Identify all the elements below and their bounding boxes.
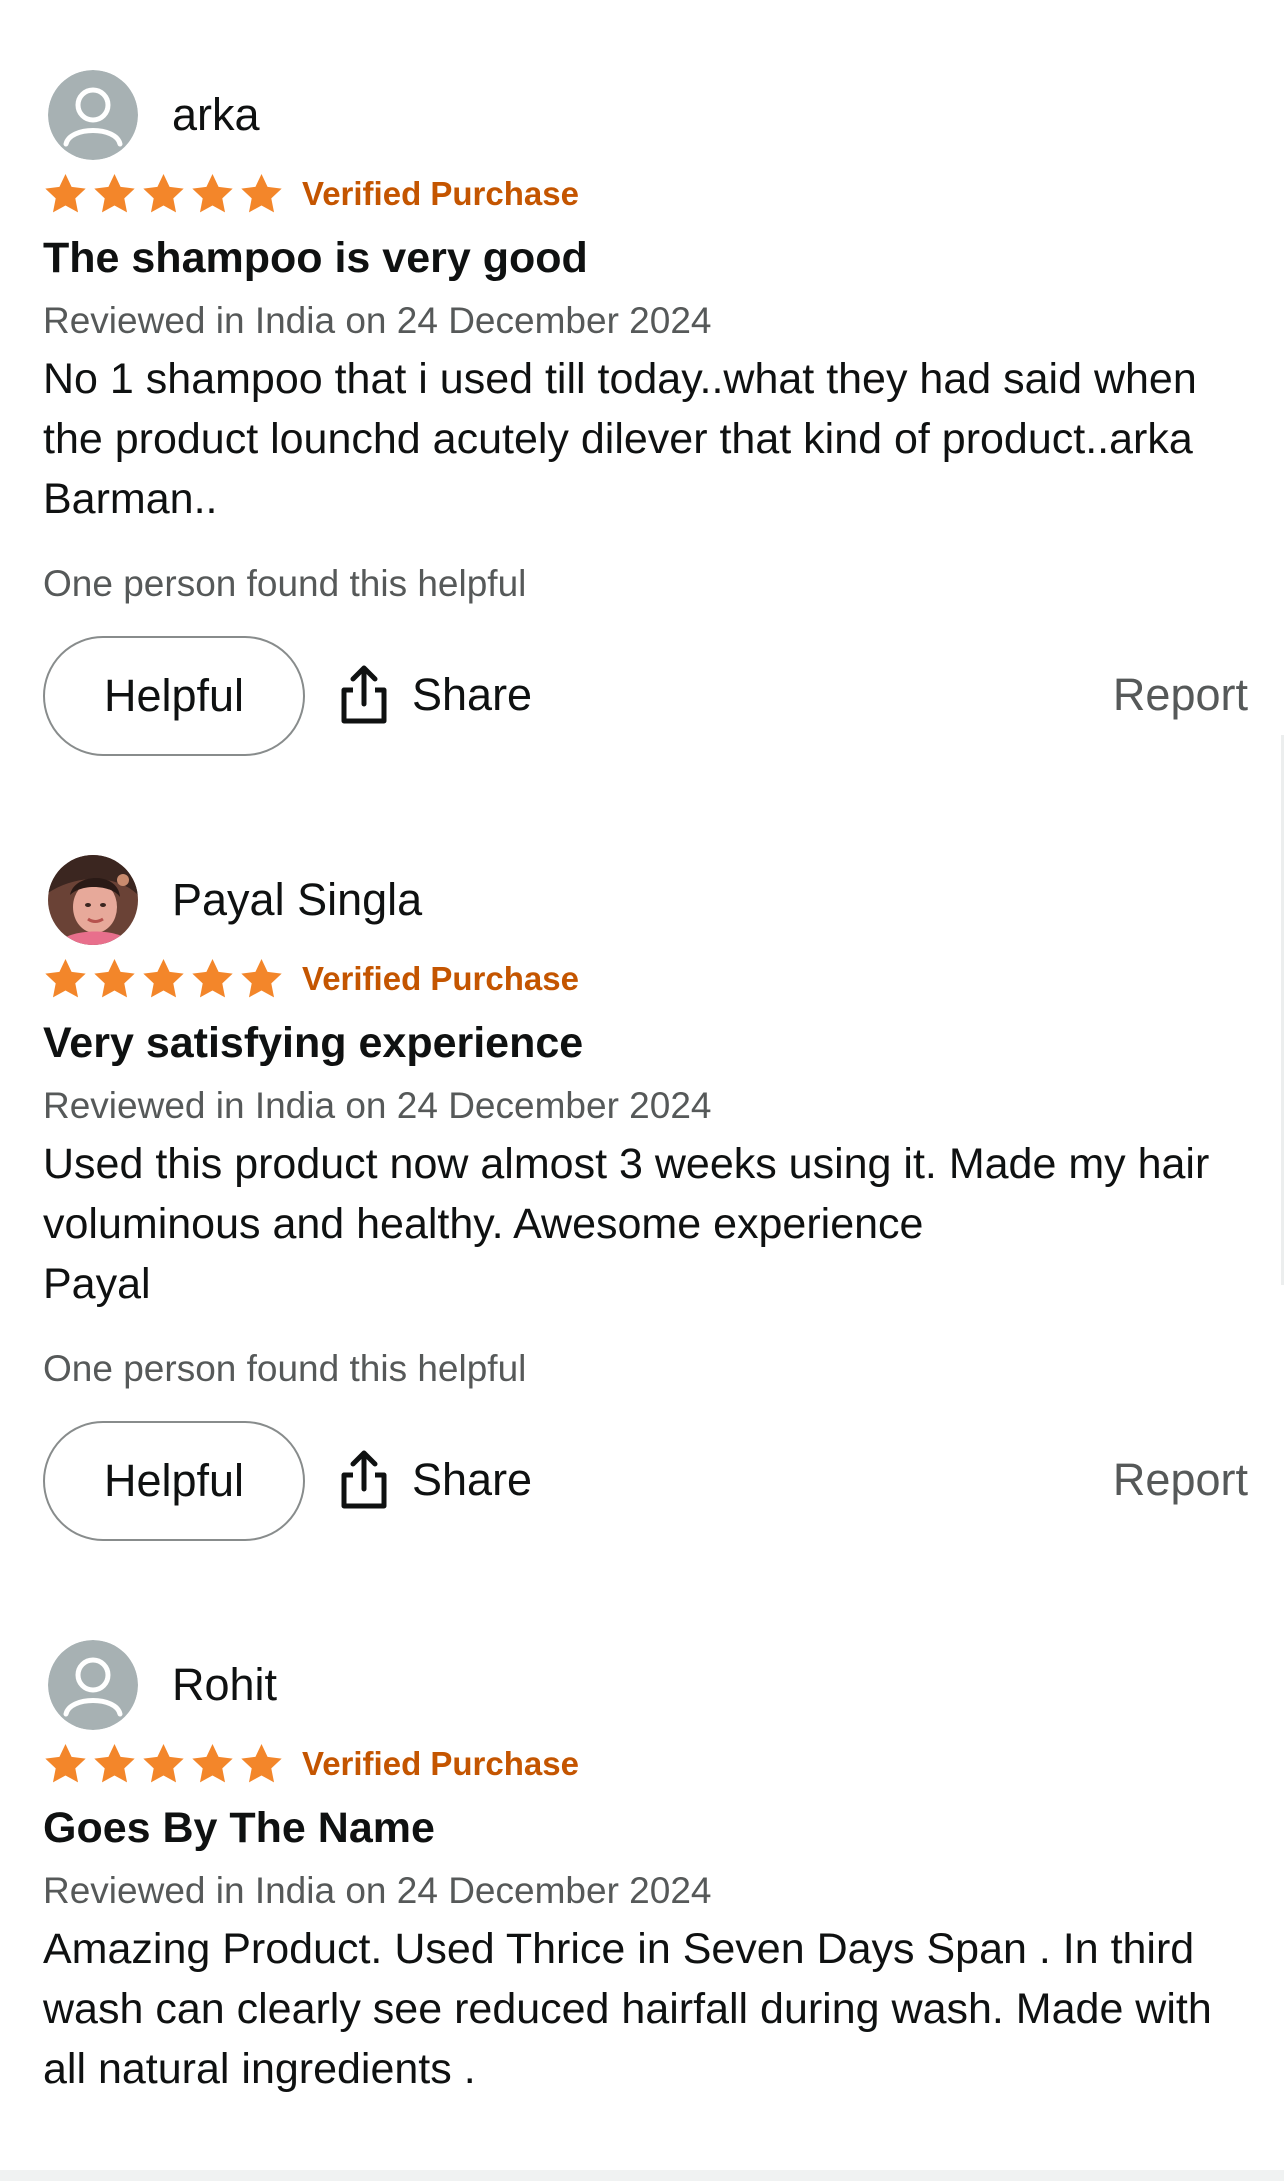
star-icon bbox=[241, 1743, 282, 1782]
share-label: Share bbox=[412, 669, 533, 720]
review-title: Very satisfying experience bbox=[43, 1019, 584, 1067]
helpful-button[interactable]: Helpful bbox=[43, 636, 305, 756]
reviewer-name[interactable]: Rohit bbox=[172, 1658, 277, 1712]
review-body: Used this product now almost 3 weeks usi… bbox=[43, 1140, 1210, 1308]
default-profile-icon bbox=[48, 1640, 138, 1730]
default-profile-icon bbox=[48, 70, 138, 160]
review-title: Goes By The Name bbox=[43, 1804, 435, 1852]
star-rating bbox=[42, 1739, 285, 1789]
star-icon bbox=[94, 1743, 135, 1782]
verified-purchase-badge: Verified Purchase bbox=[302, 960, 579, 997]
helpful-count: One person found this helpful bbox=[43, 1348, 527, 1389]
user-photo bbox=[48, 855, 138, 945]
star-icon bbox=[143, 958, 184, 997]
review-date: Reviewed in India on 24 December 2024 bbox=[43, 300, 712, 341]
helpful-button-label: Helpful bbox=[103, 670, 245, 721]
reviewer-name[interactable]: Payal Singla bbox=[172, 873, 422, 927]
review-date: Reviewed in India on 24 December 2024 bbox=[43, 1085, 712, 1126]
share-label: Share bbox=[412, 1454, 533, 1505]
avatar[interactable] bbox=[48, 1640, 138, 1730]
star-icon bbox=[241, 958, 282, 997]
avatar[interactable] bbox=[48, 855, 138, 945]
share-icon bbox=[341, 665, 387, 724]
star-icon bbox=[45, 1743, 86, 1782]
review-title: The shampoo is very good bbox=[43, 234, 588, 282]
star-icon bbox=[192, 173, 233, 212]
section-divider bbox=[0, 2170, 1284, 2181]
review-body: No 1 shampoo that i used till today..wha… bbox=[43, 355, 1197, 523]
share-button[interactable]: Share bbox=[338, 645, 532, 745]
review-body: Amazing Product. Used Thrice in Seven Da… bbox=[43, 1925, 1212, 2093]
star-icon bbox=[45, 958, 86, 997]
star-rating bbox=[42, 954, 285, 1004]
verified-purchase-badge: Verified Purchase bbox=[302, 1745, 579, 1782]
star-rating bbox=[42, 169, 285, 219]
share-button[interactable]: Share bbox=[338, 1430, 532, 1530]
star-icon bbox=[192, 1743, 233, 1782]
star-icon bbox=[94, 958, 135, 997]
helpful-count: One person found this helpful bbox=[43, 563, 527, 604]
star-icon bbox=[45, 173, 86, 212]
share-icon bbox=[341, 1450, 387, 1509]
verified-purchase-badge: Verified Purchase bbox=[302, 175, 579, 212]
helpful-button[interactable]: Helpful bbox=[43, 1421, 305, 1541]
star-icon bbox=[143, 173, 184, 212]
star-icon bbox=[143, 1743, 184, 1782]
report-link[interactable]: Report bbox=[1113, 665, 1248, 725]
star-icon bbox=[241, 173, 282, 212]
report-link[interactable]: Report bbox=[1113, 1450, 1248, 1510]
avatar[interactable] bbox=[48, 70, 138, 160]
reviewer-name[interactable]: arka bbox=[172, 88, 260, 142]
star-icon bbox=[94, 173, 135, 212]
helpful-button-label: Helpful bbox=[103, 1455, 245, 1506]
star-icon bbox=[192, 958, 233, 997]
review-date: Reviewed in India on 24 December 2024 bbox=[43, 1870, 712, 1911]
